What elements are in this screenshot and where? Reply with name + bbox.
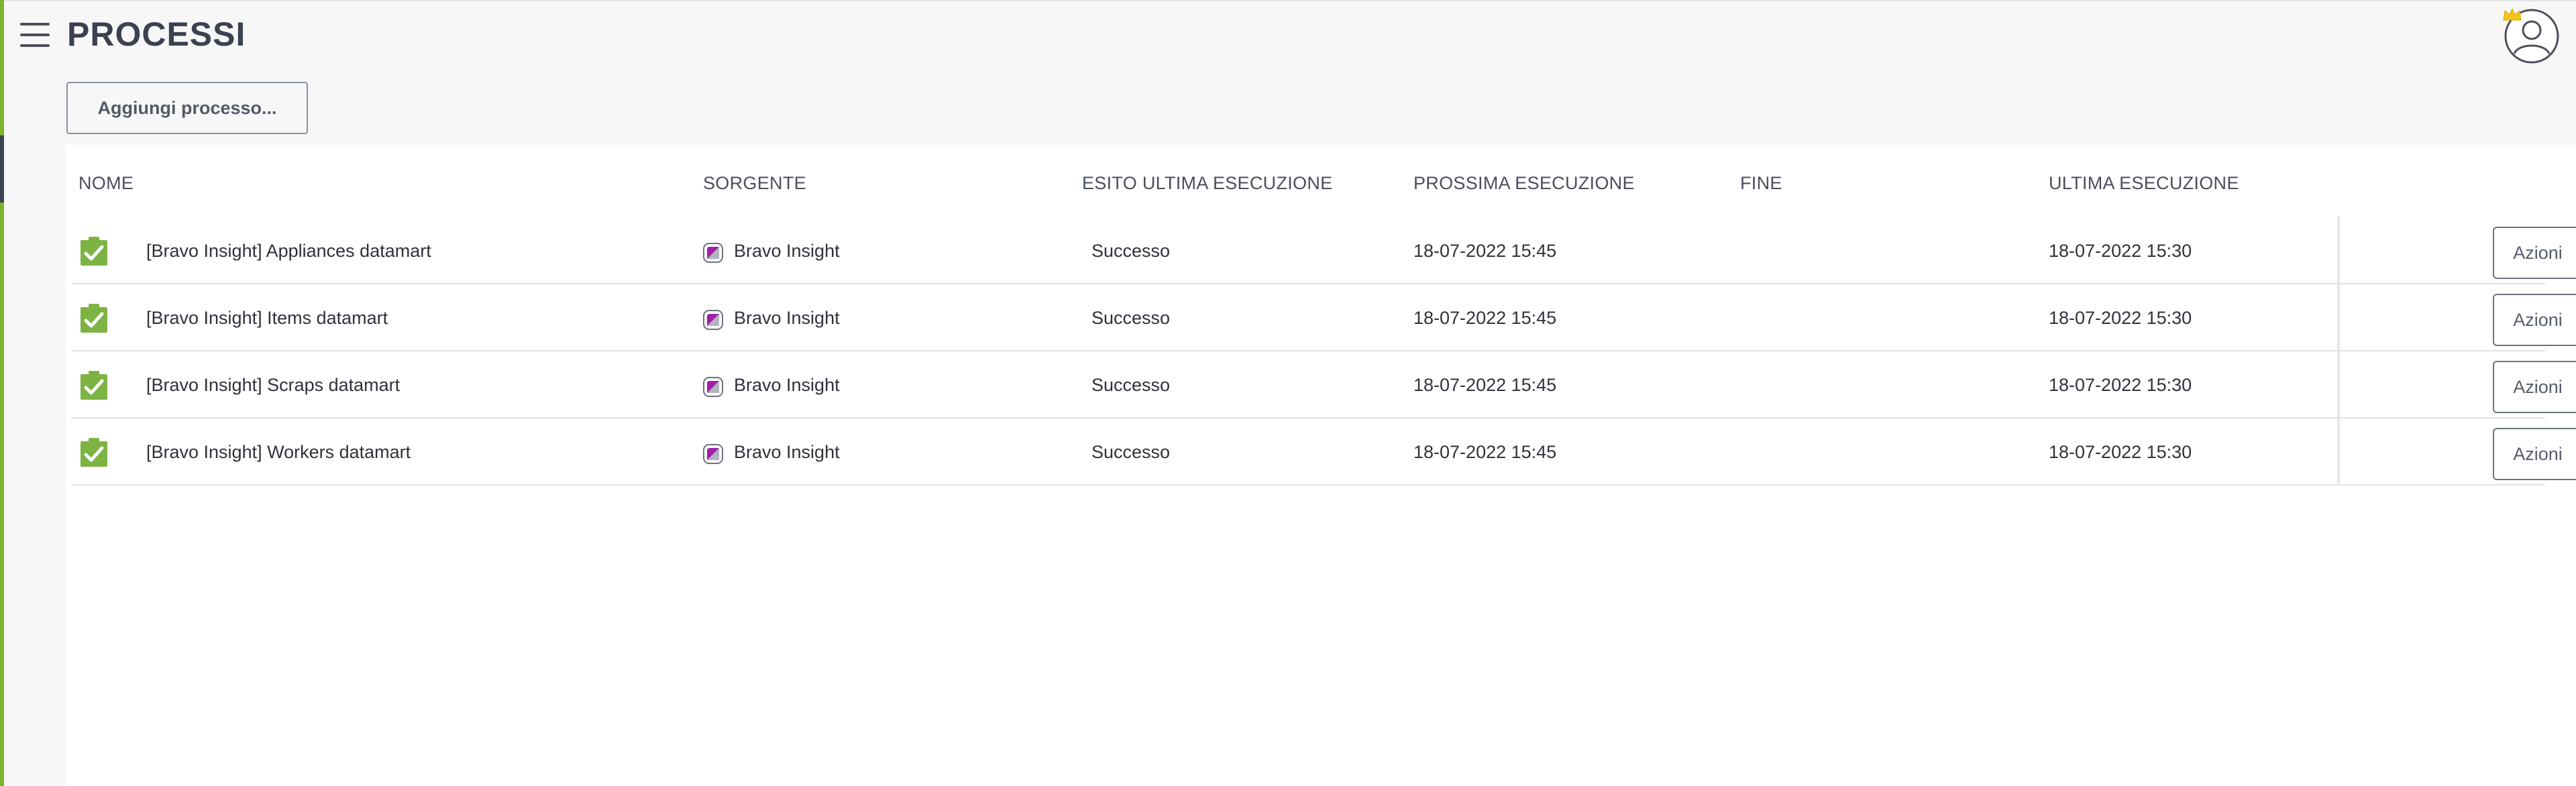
process-name[interactable]: [Bravo Insight] Items datamart — [146, 284, 388, 351]
process-name[interactable]: [Bravo Insight] Workers datamart — [146, 418, 411, 486]
process-outcome: Successo — [1091, 375, 1171, 395]
hamburger-menu-icon[interactable] — [20, 23, 50, 47]
actions-label: Azioni — [2513, 443, 2563, 464]
process-next-run: 18-07-2022 15:45 — [1413, 241, 1557, 261]
actions-label: Azioni — [2513, 242, 2563, 263]
column-header-end[interactable]: FINE — [1740, 173, 1782, 194]
table-row[interactable]: [Bravo Insight] Scraps datamart Bravo In… — [71, 351, 2576, 418]
clipboard-check-icon — [80, 371, 107, 400]
crown-icon — [2503, 7, 2522, 21]
column-header-outcome[interactable]: ESITO ULTIMA ESECUZIONE — [1082, 173, 1332, 194]
bravo-insight-logo-icon — [703, 377, 723, 397]
process-last-run: 18-07-2022 15:30 — [2049, 375, 2192, 395]
column-header-next-run[interactable]: PROSSIMA ESECUZIONE — [1413, 173, 1635, 194]
actions-label: Azioni — [2513, 376, 2563, 397]
sidebar-active-marker — [0, 135, 4, 203]
process-name[interactable]: [Bravo Insight] Scraps datamart — [146, 351, 400, 418]
process-last-run: 18-07-2022 15:30 — [2049, 308, 2192, 328]
app-accent-bar — [0, 0, 4, 786]
process-source: Bravo Insight — [734, 308, 840, 328]
actions-dropdown-button[interactable]: Azioni — [2493, 361, 2576, 413]
process-source: Bravo Insight — [734, 375, 840, 395]
bravo-insight-logo-icon — [703, 243, 723, 263]
clipboard-check-icon — [80, 237, 107, 266]
table-row[interactable]: [Bravo Insight] Appliances datamart Brav… — [71, 217, 2576, 284]
page-title: PROCESSI — [67, 15, 246, 53]
process-last-run: 18-07-2022 15:30 — [2049, 241, 2192, 261]
actions-dropdown-button[interactable]: Azioni — [2493, 428, 2576, 480]
processes-page: PROCESSI Aggiungi processo... NOME SORGE… — [0, 0, 2576, 786]
process-outcome: Successo — [1091, 308, 1171, 328]
process-name[interactable]: [Bravo Insight] Appliances datamart — [146, 217, 431, 284]
process-next-run: 18-07-2022 15:45 — [1413, 308, 1557, 328]
column-header-source[interactable]: SORGENTE — [703, 173, 806, 194]
process-outcome: Successo — [1091, 241, 1171, 261]
table-row[interactable]: [Bravo Insight] Items datamart Bravo Ins… — [71, 284, 2576, 351]
column-header-last-run[interactable]: ULTIMA ESECUZIONE — [2049, 173, 2239, 194]
column-header-name[interactable]: NOME — [78, 173, 133, 194]
process-source: Bravo Insight — [734, 442, 840, 462]
actions-label: Azioni — [2513, 309, 2563, 330]
top-separator — [0, 0, 2576, 1]
bravo-insight-logo-icon — [703, 444, 723, 464]
add-process-button[interactable]: Aggiungi processo... — [66, 82, 308, 134]
actions-dropdown-button[interactable]: Azioni — [2493, 227, 2576, 279]
process-next-run: 18-07-2022 15:45 — [1413, 375, 1557, 395]
process-outcome: Successo — [1091, 442, 1171, 462]
process-next-run: 18-07-2022 15:45 — [1413, 442, 1557, 462]
bravo-insight-logo-icon — [703, 310, 723, 330]
process-source: Bravo Insight — [734, 241, 840, 261]
clipboard-check-icon — [80, 304, 107, 333]
table-row[interactable]: [Bravo Insight] Workers datamart Bravo I… — [71, 418, 2576, 486]
actions-dropdown-button[interactable]: Azioni — [2493, 294, 2576, 346]
clipboard-check-icon — [80, 438, 107, 467]
process-last-run: 18-07-2022 15:30 — [2049, 442, 2192, 462]
